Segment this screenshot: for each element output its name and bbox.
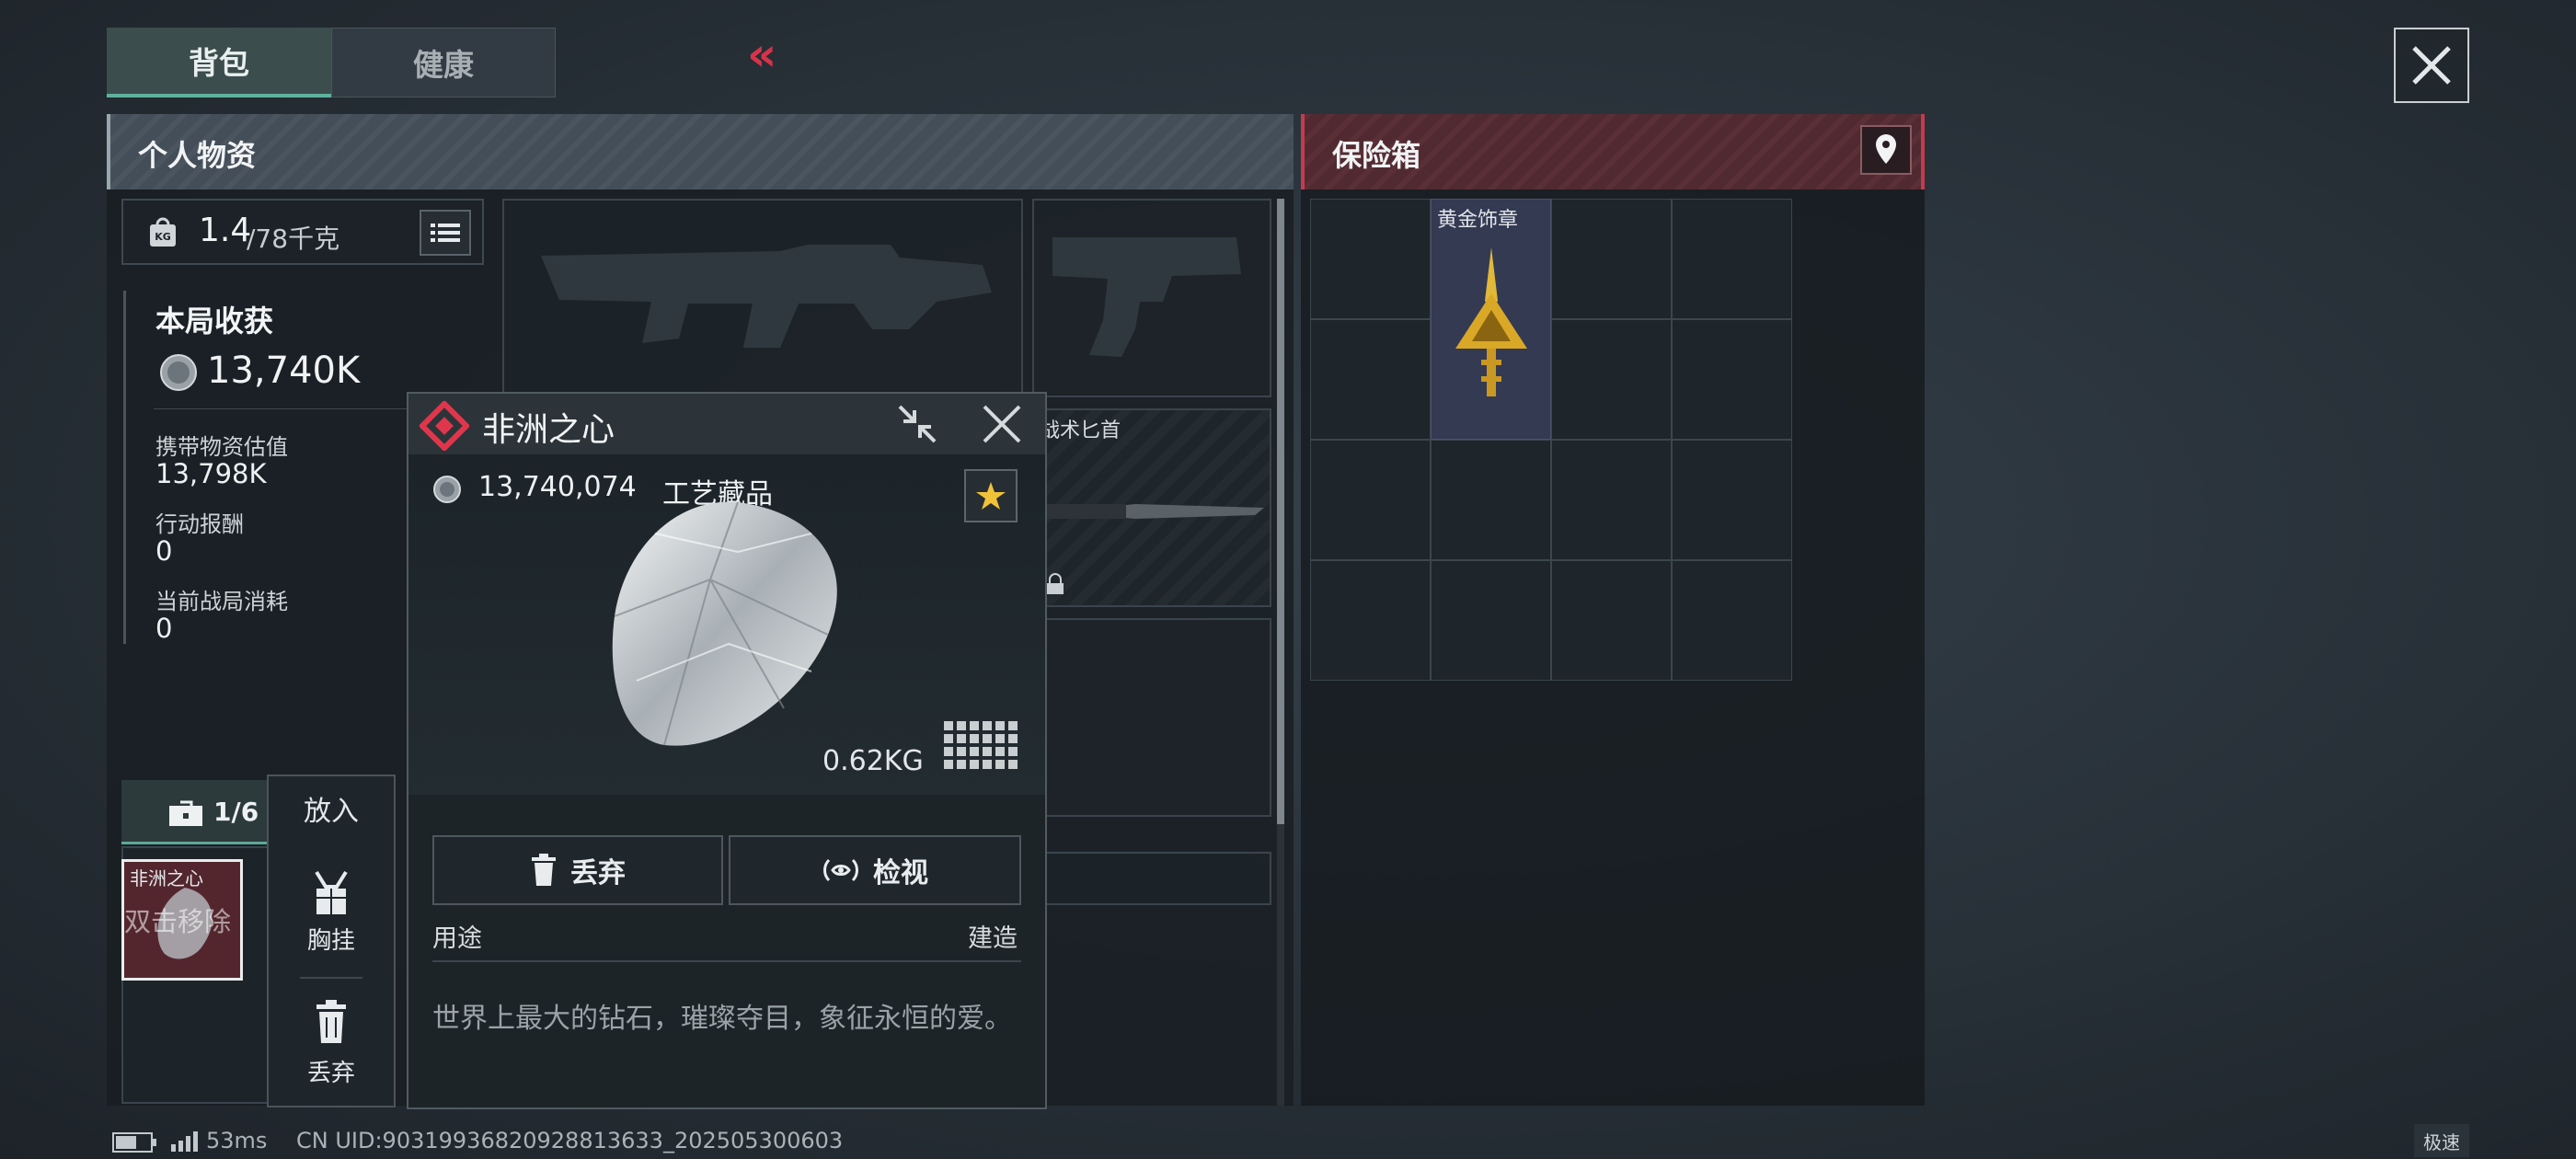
discard-option[interactable]: 丢弃 [269,997,394,1104]
list-icon [431,224,460,242]
armor-slot[interactable] [1032,618,1271,817]
close-icon [2412,46,2451,85]
secondary-weapon-slot[interactable] [1032,199,1271,397]
popup-divider [432,960,1021,962]
use-value: 建造 [968,924,1018,953]
reward-label: 行动报酬 [155,511,244,537]
harvest-value: 13,740K [207,350,361,392]
kg-weight-icon: KG [150,217,176,247]
coin-icon [160,354,197,391]
item-name-small: 非洲之心 [130,867,203,889]
weight-box: KG 1.4 /78千克 [121,199,484,265]
weight-current: 1.4 [199,212,252,249]
personal-title: 个人物资 [138,138,257,173]
safe-cell[interactable] [1310,319,1431,440]
cost-label: 当前战局消耗 [155,589,288,614]
cost-value: 0 [155,613,173,644]
use-label: 用途 [432,924,482,953]
close-icon[interactable] [979,401,1025,447]
safe-cell[interactable] [1310,440,1431,560]
lock-icon [1047,573,1064,594]
tab-backpack[interactable]: 背包 [107,28,331,98]
safe-cell[interactable] [1310,560,1431,681]
trash-icon [532,854,556,886]
pistol-silhouette-icon [1052,237,1241,357]
safe-cell[interactable] [1672,560,1792,681]
discard-label: 丢弃 [306,1060,355,1087]
reward-value: 0 [155,535,173,567]
signal-icon [171,1131,198,1152]
popup-weight: 0.62KG [822,745,924,777]
scrollbar-thumb[interactable] [1277,199,1284,824]
tab-health[interactable]: 健康 [331,28,556,98]
knife-slot[interactable]: 战术匕首 [1032,408,1271,607]
eye-icon [823,858,858,882]
safe-title: 保险箱 [1332,138,1421,173]
coin-icon [433,476,461,503]
collapse-panel-button[interactable]: « [747,28,788,81]
safe-cell[interactable] [1310,199,1431,319]
safe-item-label: 黄金饰章 [1437,209,1519,232]
discard-button-label: 丢弃 [570,857,626,889]
safe-cell[interactable] [1551,319,1672,440]
popup-header: 非洲之心 [408,394,1045,454]
toolbox-icon [169,800,202,826]
harvest-title: 本局收获 [155,304,274,339]
grid-size-icon [944,721,1018,769]
item-description: 世界上最大的钻石，璀璨夺目，象征永恒的爱。 [432,1003,1012,1035]
safe-cell[interactable] [1672,440,1792,560]
battery-icon [112,1132,156,1153]
star-icon [976,482,1006,510]
container-tab[interactable]: 1/6 [121,780,269,844]
favorite-button[interactable] [964,469,1018,522]
inspect-button[interactable]: 检视 [729,835,1021,905]
uid-text: CN UID:90319936820928813633_202505300603 [296,1128,844,1153]
put-in-option[interactable]: 放入 [269,776,394,841]
speed-mode-badge: 极速 [2414,1124,2469,1157]
ping-text: 53ms [206,1128,268,1153]
gold-badge-icon [1455,247,1527,396]
chest-rig-label: 胸挂 [306,927,355,955]
discard-button[interactable]: 丢弃 [432,835,723,905]
carry-label: 携带物资估值 [155,434,288,460]
safe-cell[interactable] [1551,199,1672,319]
close-button[interactable] [2394,28,2469,103]
diamond-image [612,501,837,746]
safe-box-grid: 黄金饰章 [1310,199,1792,681]
container-item-africa-heart[interactable]: 非洲之心 双击移除 [121,859,243,981]
container-count: 1/6 [213,797,259,827]
extra-slot[interactable] [1032,852,1271,905]
safe-item-gold-badge[interactable]: 黄金饰章 [1431,199,1551,440]
menu-divider [300,977,362,979]
safe-cell[interactable] [1431,440,1551,560]
safe-cell[interactable] [1551,440,1672,560]
inspect-button-label: 检视 [873,857,928,889]
trash-icon [316,1000,346,1043]
popup-image-area: 13,740,074 工艺藏品 0.62KG [408,454,1045,795]
safe-cell[interactable] [1551,560,1672,681]
knife-label: 战术匕首 [1040,419,1121,442]
weight-max: /78千克 [247,224,340,254]
rifle-silhouette-icon [541,245,992,348]
chest-rig-option[interactable]: 胸挂 [269,865,394,971]
primary-weapon-slot[interactable] [502,199,1023,397]
rarity-diamond-icon [420,401,469,451]
knife-icon [1043,504,1264,519]
safe-cell[interactable] [1431,560,1551,681]
personal-header: 个人物资 [107,114,1294,189]
carry-value: 13,798K [155,458,267,489]
popup-title: 非洲之心 [482,411,615,449]
safe-header: 保险箱 [1301,114,1925,189]
svg-text:KG: KG [155,231,171,243]
double-click-remove-hint: 双击移除 [124,906,232,937]
action-menu: 放入 胸挂 丢弃 [267,775,396,1107]
safe-cell[interactable] [1672,319,1792,440]
location-pin-icon [1876,134,1896,164]
safe-location-button[interactable] [1860,125,1912,175]
shrink-icon[interactable] [894,401,940,447]
chest-rig-icon [315,870,348,914]
list-view-button[interactable] [420,210,471,256]
safe-cell[interactable] [1672,199,1792,319]
